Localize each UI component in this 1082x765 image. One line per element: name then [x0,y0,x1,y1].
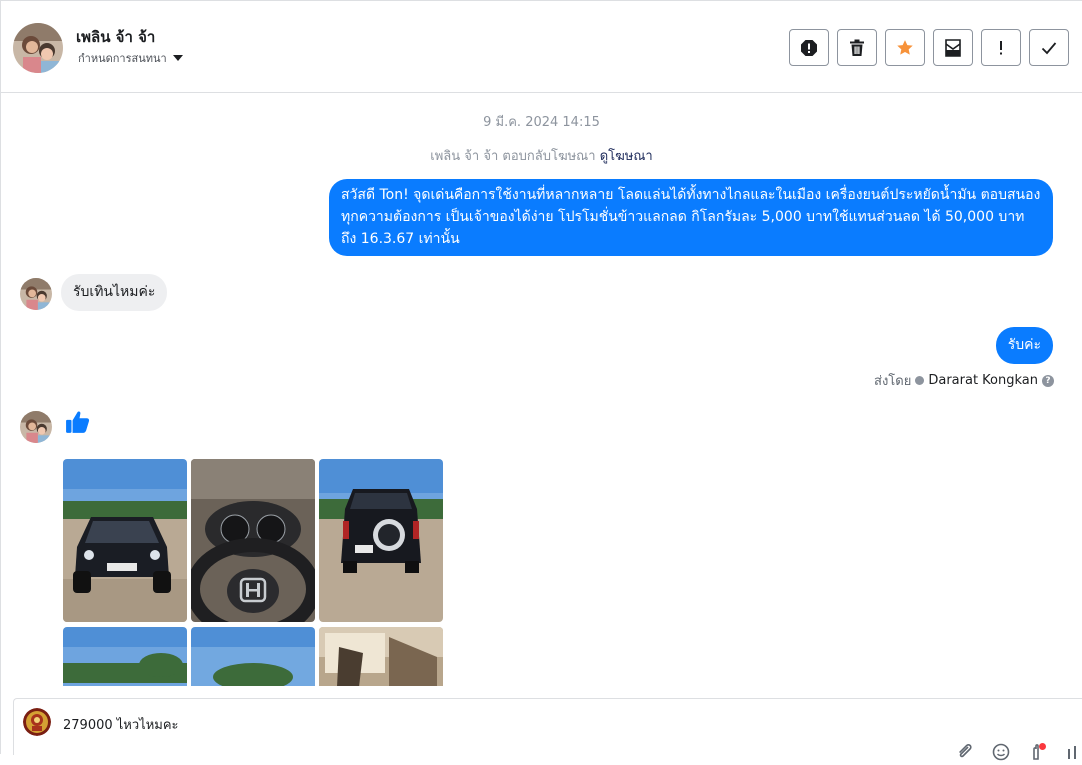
attach-button[interactable] [956,743,974,761]
outgoing-message[interactable]: สวัสดี Ton! จุดเด่นคือการใช้งานที่หลากหล… [329,179,1053,256]
assign-label: กำหนดการสนทนา [78,52,167,65]
contact-avatar[interactable] [13,23,63,73]
report-icon [801,39,817,56]
page-avatar [23,708,51,736]
photo-sky-1[interactable] [63,627,187,686]
composer-input[interactable]: 279000 ไหวไหมคะ [63,714,179,735]
saved-replies-button[interactable] [1028,743,1046,761]
mark-done-button[interactable] [1029,29,1069,66]
inbox-conversation: เพลิน จ้า จ้า กำหนดการสนทนา 9 มี.ค. 2024… [0,0,1082,761]
star-icon [897,39,913,55]
agent-name: Dararat Kongkan [928,373,1038,388]
mark-important-button[interactable] [981,29,1021,66]
trash-icon [850,39,864,56]
contact-name[interactable]: เพลิน จ้า จ้า [76,25,155,49]
outgoing-message[interactable]: รับค่ะ [995,327,1053,364]
date-separator: 9 มี.ค. 2024 14:15 [483,115,600,130]
header-actions [789,29,1069,66]
photo-car-rear[interactable] [319,459,443,622]
thumbs-up-icon [66,411,90,433]
help-icon[interactable]: ? [1042,374,1054,387]
mark-unread-icon [945,38,961,57]
contact-avatar-small[interactable] [20,411,52,443]
conversation-header: เพลิน จ้า จ้า กำหนดการสนทนา [1,1,1082,93]
more-icon [1068,746,1076,759]
ad-reply-notice: เพลิน จ้า จ้า ตอบกลับโฆษณา ดูโฆษณา [1,145,1082,166]
check-icon [1041,41,1057,54]
photo-car-front[interactable] [63,459,187,622]
photo-steering-wheel[interactable] [191,459,315,622]
agent-status-icon [915,376,925,385]
sent-by-line: ส่งโดย Dararat Kongkan ? [874,370,1054,391]
emoji-button[interactable] [992,743,1010,761]
assign-conversation-dropdown[interactable]: กำหนดการสนทนา [78,49,183,67]
photo-sky-2[interactable] [191,627,315,686]
photo-car-interior[interactable] [319,627,443,686]
incoming-message[interactable]: รับเทินไหมค่ะ [61,274,168,311]
ad-reply-text: เพลิน จ้า จ้า ตอบกลับโฆษณา [430,149,596,164]
delete-button[interactable] [837,29,877,66]
message-thread[interactable]: 9 มี.ค. 2024 14:15 เพลิน จ้า จ้า ตอบกลับ… [1,93,1082,686]
message-composer[interactable]: 279000 ไหวไหมคะ [13,698,1082,761]
star-button[interactable] [885,29,925,66]
notification-dot [1039,743,1046,750]
emoji-icon [992,743,1010,761]
sent-by-label: ส่งโดย [874,374,912,389]
photo-attachments [63,459,445,686]
mark-unread-button[interactable] [933,29,973,66]
view-ad-link[interactable]: ดูโฆษณา [600,149,653,164]
more-tools-button[interactable] [1064,743,1082,761]
contact-avatar-small[interactable] [20,278,52,310]
important-icon [1000,40,1002,54]
paperclip-icon [959,743,972,758]
caret-down-icon [172,55,183,61]
report-button[interactable] [789,29,829,66]
like-message[interactable] [65,409,91,439]
composer-tools [956,743,1082,761]
